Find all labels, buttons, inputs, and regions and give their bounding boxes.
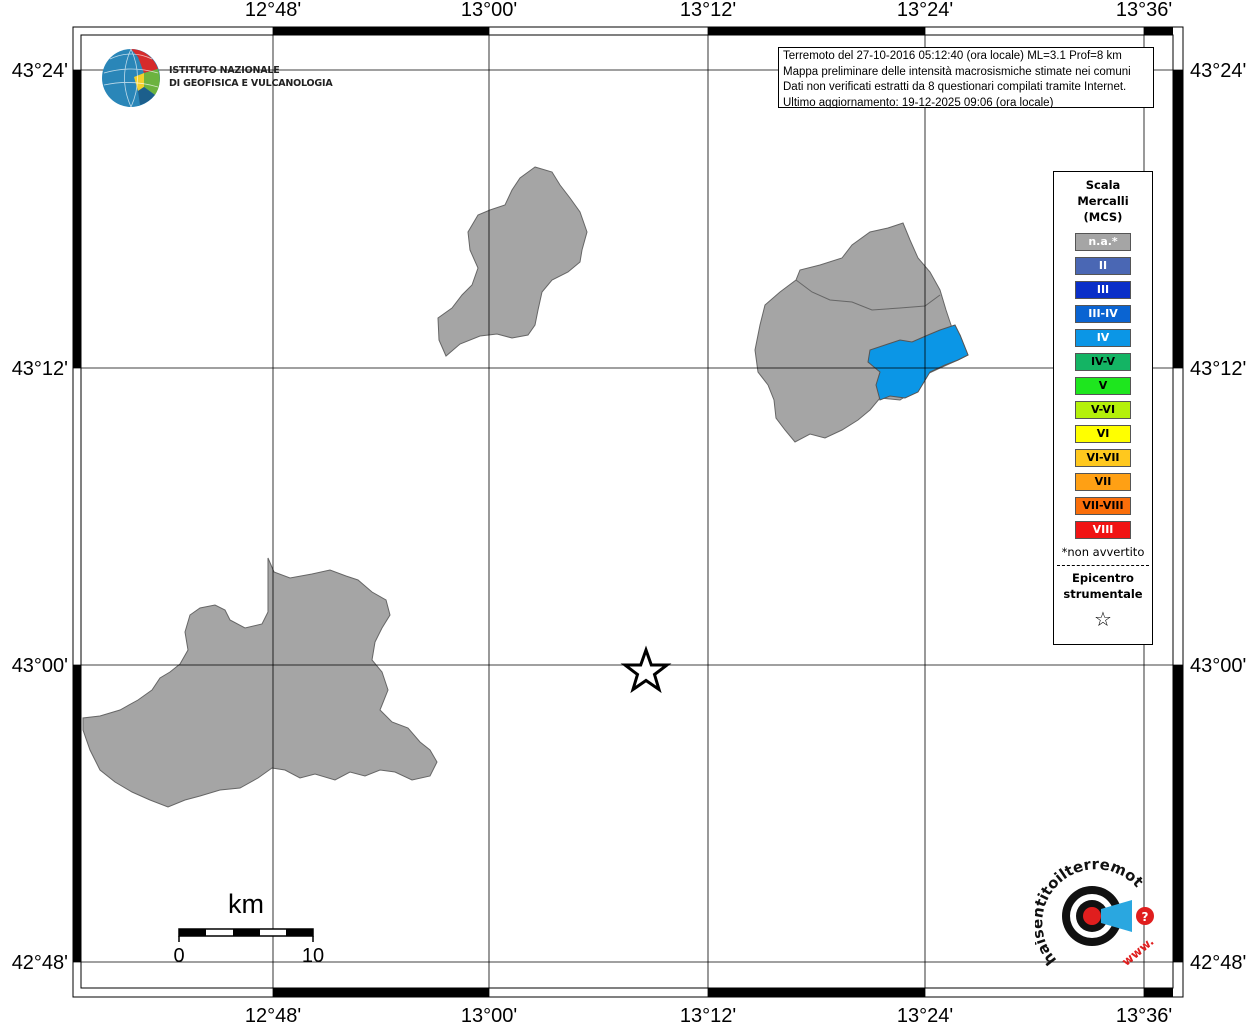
legend-epicenter-line: strumentale (1063, 587, 1143, 601)
lon-label-bottom: 13°36' (1116, 1005, 1172, 1024)
legend-swatch: VIII (1075, 521, 1131, 539)
legend-epicenter-line: Epicentro (1072, 571, 1134, 585)
legend-items: n.a.* II III III-IV IV IV-V V V-VI VI VI-VII VII VI… (1054, 233, 1152, 539)
scale-min-label: 0 (173, 945, 184, 967)
lon-label-bottom: 13°00' (461, 1005, 517, 1024)
intensity-legend: Scala Mercalli (MCS) n.a.* II III III-IV IV I… (1053, 171, 1153, 645)
legend-epicenter-label: Epicentro strumentale (1054, 570, 1152, 602)
event-info-line: Ultimo aggiornamento: 19-12-2025 09:06 (… (783, 96, 1054, 108)
scale-bar-segment (286, 929, 313, 936)
lat-label-left: 42°48' (12, 952, 68, 974)
legend-title-line: (MCS) (1083, 210, 1123, 224)
legend-not-felt-note: *non avvertito (1061, 545, 1145, 559)
legend-swatch: III-IV (1075, 305, 1131, 323)
legend-title-line: Mercalli (1077, 194, 1129, 208)
frame-bar-right (1173, 665, 1183, 962)
legend-swatch: VI-VII (1075, 449, 1131, 467)
frame-bar-top (1144, 27, 1173, 35)
event-info-line: Mappa preliminare delle intensità macros… (783, 65, 1131, 78)
legend-swatch: V (1075, 377, 1131, 395)
frame-bar-left (73, 665, 81, 962)
lat-label-right: 43°00' (1190, 655, 1246, 677)
lon-label-top: 13°24' (897, 0, 953, 21)
frame-bar-bottom (1144, 988, 1173, 997)
haisentito-www: www. (1119, 934, 1156, 969)
map-frame (72, 26, 1184, 998)
ingv-name-line2: DI GEOFISICA E VULCANOLOGIA (169, 78, 333, 89)
frame-bar-bottom (273, 988, 489, 997)
legend-star-icon: ☆ (1094, 607, 1112, 631)
scale-bar-segment (179, 929, 206, 936)
scale-unit-label: km (228, 889, 264, 919)
lon-label-top: 13°00' (461, 0, 517, 21)
lat-label-left: 43°24' (12, 60, 68, 82)
svg-text:?: ? (1142, 910, 1149, 924)
legend-swatch: VI (1075, 425, 1131, 443)
frame-bar-left (73, 70, 81, 368)
ingv-name-line1: ISTITUTO NAZIONALE (169, 65, 280, 76)
lon-label-top: 12°48' (245, 0, 301, 21)
event-info-line: Terremoto del 27-10-2016 05:12:40 (ora l… (783, 50, 1122, 62)
frame-bar-top (273, 27, 489, 35)
haisentito-logo: ? haisentitoilterremoto.it www. (1028, 846, 1165, 975)
ingv-globe-icon (102, 48, 160, 108)
legend-title: Scala Mercalli (MCS) (1054, 177, 1152, 225)
ingv-wordmark: ISTITUTO NAZIONALE DI GEOFISICA E VULCAN… (169, 64, 333, 90)
legend-swatch: II (1075, 257, 1131, 275)
lat-label-left: 43°12' (12, 358, 68, 380)
lon-label-bottom: 13°12' (680, 1005, 736, 1024)
event-info-box: Terremoto del 27-10-2016 05:12:40 (ora l… (778, 47, 1154, 108)
legend-swatch: IV (1075, 329, 1131, 347)
legend-swatch: n.a.* (1075, 233, 1131, 251)
legend-swatch: V-VI (1075, 401, 1131, 419)
legend-swatch: VII (1075, 473, 1131, 491)
legend-swatch: IV-V (1075, 353, 1131, 371)
legend-swatch: VII-VIII (1075, 497, 1131, 515)
lon-label-top: 13°36' (1116, 0, 1172, 21)
lat-label-right: 43°12' (1190, 358, 1246, 380)
legend-separator (1057, 565, 1149, 566)
lon-label-bottom: 12°48' (245, 1005, 301, 1024)
legend-swatch: III (1075, 281, 1131, 299)
scale-max-label: 10 (302, 945, 324, 967)
frame-bar-bottom (708, 988, 925, 997)
frame-bar-right (1173, 70, 1183, 368)
event-info-line: Dati non verificati estratti da 8 questi… (783, 81, 1127, 93)
haisentito-target-icon: ? haisentitoilterremoto.it www. (1028, 846, 1156, 969)
lat-label-right: 42°48' (1190, 952, 1246, 974)
lat-label-right: 43°24' (1190, 60, 1246, 82)
scale-bar-segment (233, 929, 260, 936)
legend-title-line: Scala (1085, 178, 1121, 192)
lat-label-left: 43°00' (12, 655, 68, 677)
lon-label-bottom: 13°24' (897, 1005, 953, 1024)
frame-bar-top (708, 27, 925, 35)
lon-label-top: 13°12' (680, 0, 736, 21)
